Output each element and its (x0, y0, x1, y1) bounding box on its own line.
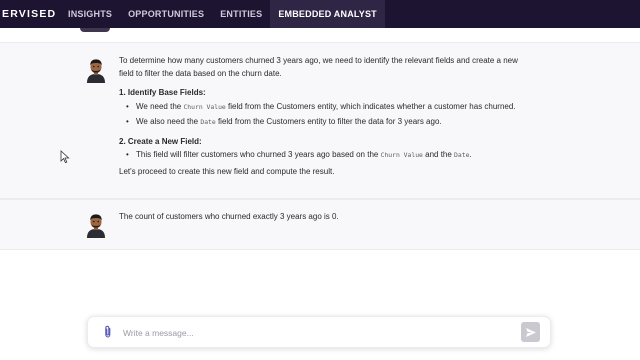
nav-tab-insights[interactable]: INSIGHTS (60, 0, 120, 28)
main-nav: INSIGHTS OPPORTUNITIES ENTITIES EMBEDDED… (60, 0, 385, 28)
step-heading: 2. Create a New Field: (119, 136, 202, 146)
assistant-message: The count of customers who churned exact… (0, 199, 640, 250)
nav-tab-embedded-analyst[interactable]: EMBEDDED ANALYST (270, 0, 385, 28)
analyst-avatar-icon (87, 214, 105, 238)
mouse-cursor-icon (60, 150, 70, 164)
previous-message-avatar-edge (80, 28, 110, 32)
message-text: The count of customers who churned exact… (119, 212, 339, 221)
message-intro: To determine how many customers churned … (119, 56, 518, 78)
message-input[interactable] (123, 325, 513, 340)
send-button[interactable] (521, 322, 540, 342)
paperclip-icon[interactable] (102, 325, 114, 339)
field-name-code: Date (200, 118, 216, 126)
analyst-avatar-icon (87, 59, 105, 83)
message-outro: Let's proceed to create this new field a… (119, 166, 335, 176)
assistant-message: To determine how many customers churned … (0, 42, 640, 199)
nav-tab-entities[interactable]: ENTITIES (212, 0, 270, 28)
top-navigation-bar: ERVISED INSIGHTS OPPORTUNITIES ENTITIES … (0, 0, 640, 28)
list-item: We also need the Date field from the Cus… (119, 116, 524, 129)
message-body: To determine how many customers churned … (119, 55, 524, 178)
nav-tab-opportunities[interactable]: OPPORTUNITIES (120, 0, 212, 28)
step-bullet-list: We need the Churn Value field from the C… (119, 101, 524, 129)
send-icon (525, 327, 536, 337)
step-heading: 1. Identify Base Fields: (119, 88, 206, 97)
message-body: The count of customers who churned exact… (119, 211, 524, 224)
step-bullet-list: This field will filter customers who chu… (119, 149, 524, 162)
brand-logo-text[interactable]: ERVISED (0, 0, 56, 28)
list-item: We need the Churn Value field from the C… (119, 101, 524, 114)
field-name-code: Churn Value (380, 151, 423, 159)
field-name-code: Date (454, 151, 470, 159)
message-composer (87, 316, 551, 348)
field-name-code: Churn Value (183, 102, 226, 111)
list-item: This field will filter customers who chu… (119, 149, 524, 162)
